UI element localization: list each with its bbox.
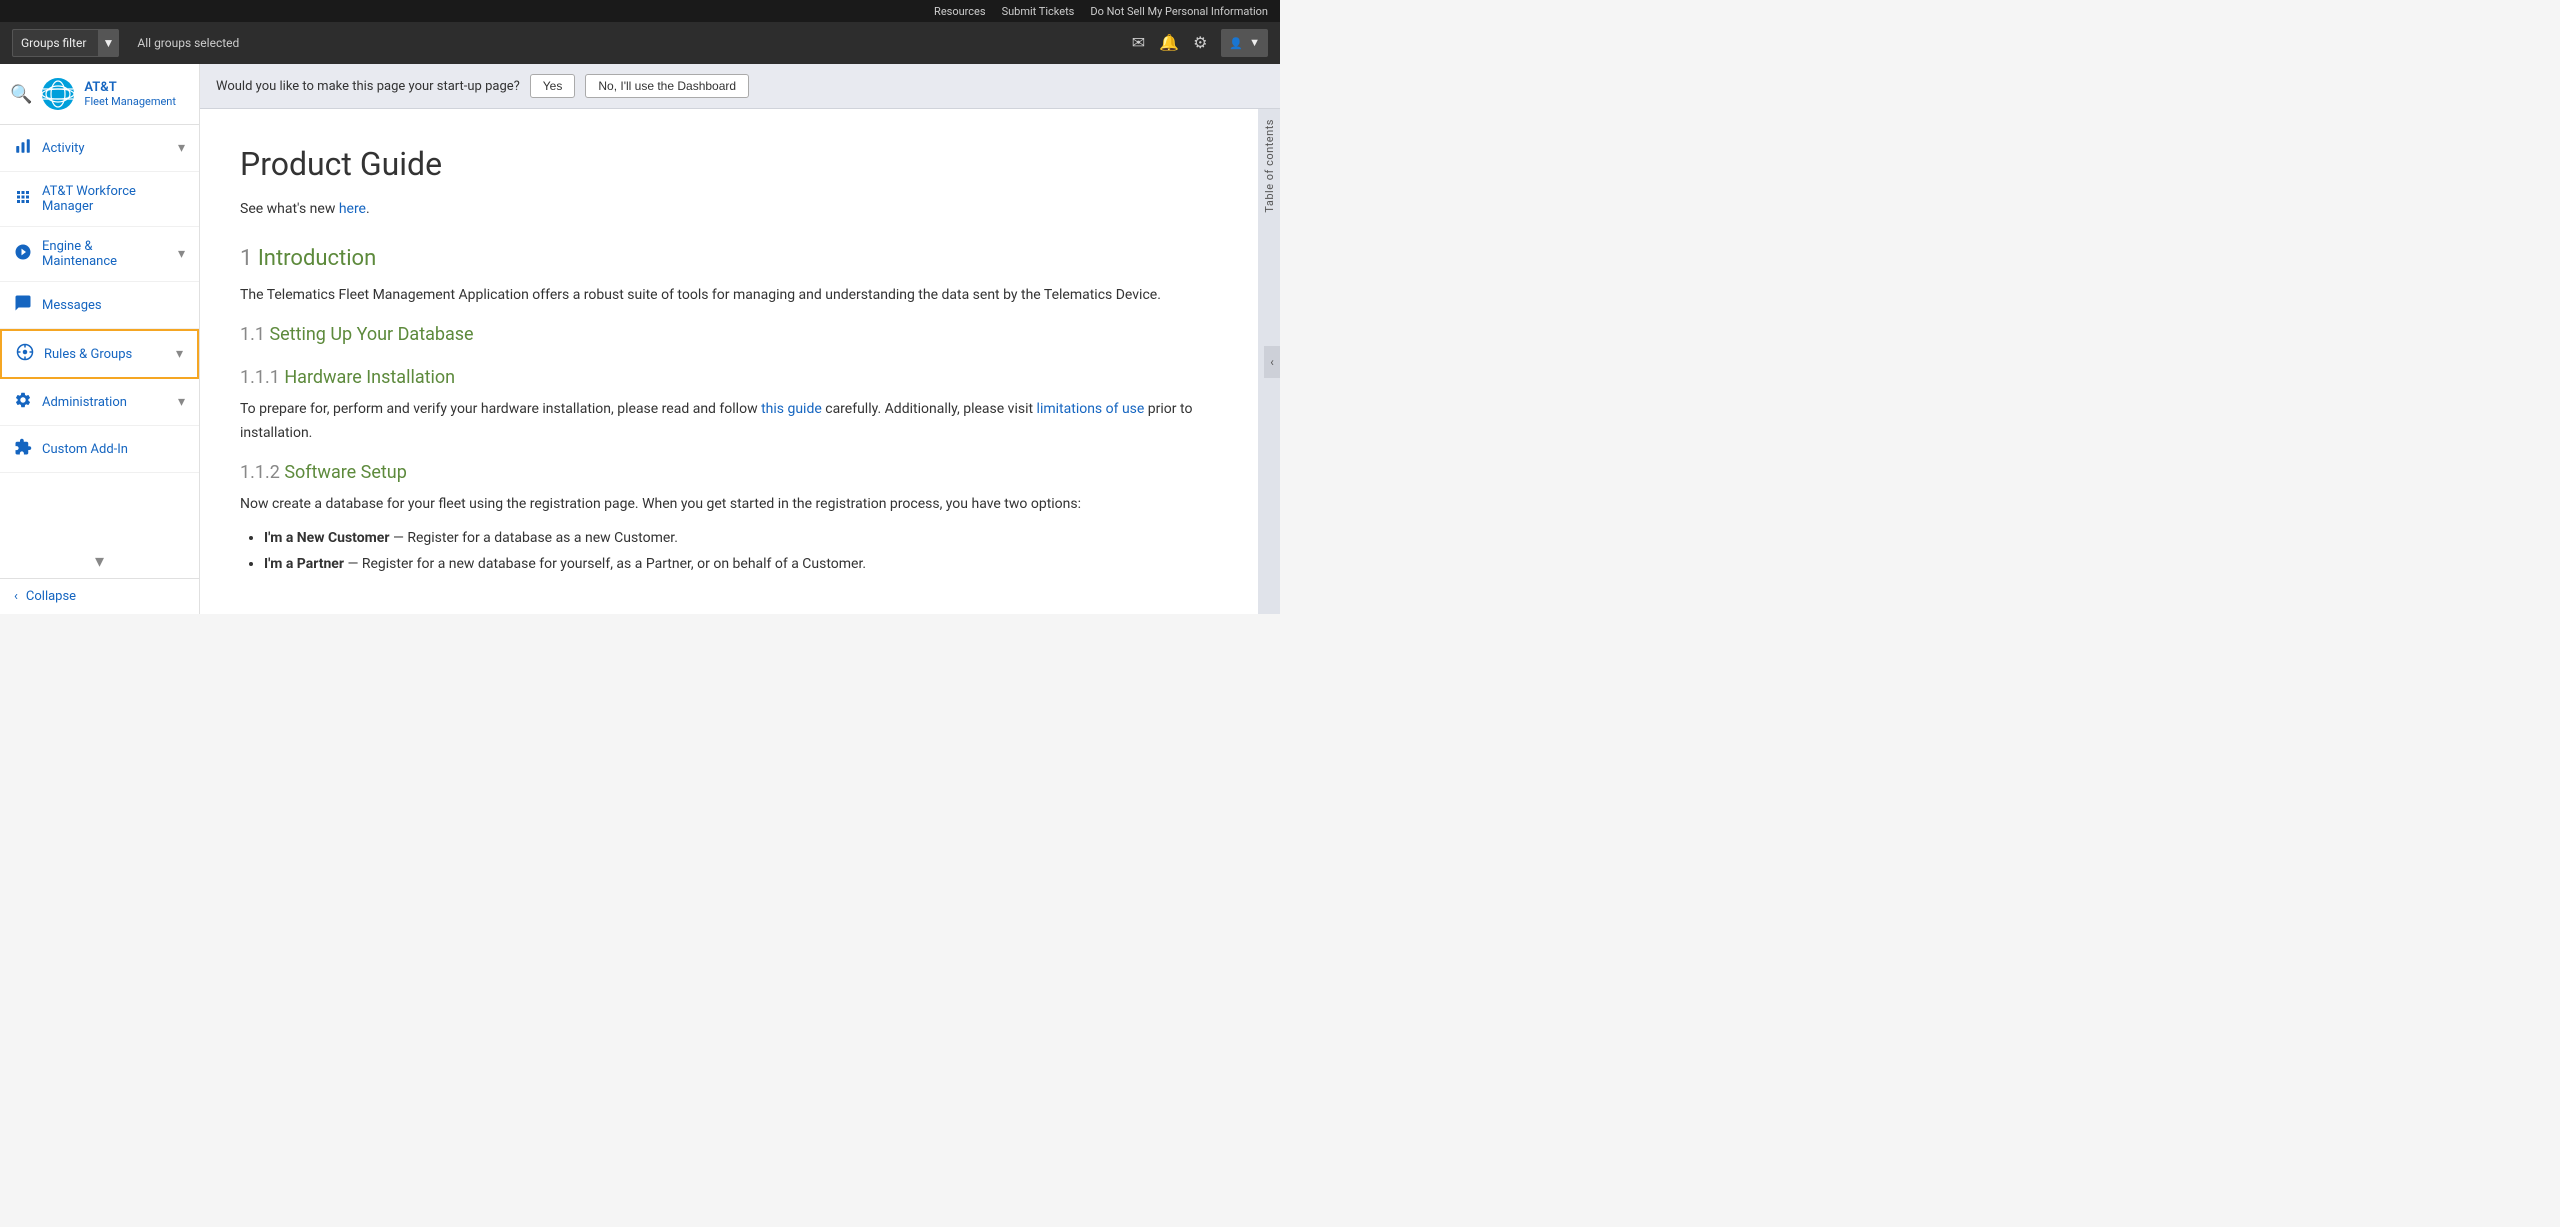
administration-icon xyxy=(14,391,32,413)
att-logo xyxy=(40,76,76,112)
rules-groups-icon xyxy=(16,343,34,365)
sidebar-item-administration[interactable]: Administration ▾ xyxy=(0,379,199,426)
doc-content[interactable]: Product Guide See what's new here. 1 Int… xyxy=(200,109,1258,614)
here-link[interactable]: here xyxy=(339,201,366,217)
toc-collapse-arrow[interactable]: ‹ xyxy=(1264,346,1280,378)
workforce-icon xyxy=(14,188,32,210)
company-info: AT&T Fleet Management xyxy=(84,80,176,108)
chevron-down-icon: ▼ xyxy=(1249,37,1260,49)
activity-label: Activity xyxy=(42,141,168,156)
list-item-partner: I'm a Partner — Register for a new datab… xyxy=(264,553,1218,575)
section-1-1-1-num: 1.1.1 xyxy=(240,367,284,388)
sidebar: 🔍 AT&T Fleet Management Activity xyxy=(0,64,200,614)
limitations-link[interactable]: limitations of use xyxy=(1037,401,1145,417)
section-1-1-num: 1.1 xyxy=(240,324,269,345)
engine-chevron: ▾ xyxy=(178,246,185,262)
sidebar-item-messages[interactable]: Messages xyxy=(0,282,199,329)
content-area: Would you like to make this page your st… xyxy=(200,64,1280,614)
all-groups-text: All groups selected xyxy=(137,36,239,50)
sidebar-item-custom-addon[interactable]: Custom Add-In xyxy=(0,426,199,473)
section-1-num: 1 xyxy=(240,246,258,271)
notifications-icon-button[interactable]: 🔔 xyxy=(1159,33,1179,53)
sidebar-item-workforce[interactable]: AT&T Workforce Manager xyxy=(0,172,199,227)
groups-filter-chevron[interactable]: ▼ xyxy=(98,29,118,57)
custom-addon-icon xyxy=(14,438,32,460)
yes-button[interactable]: Yes xyxy=(530,74,576,98)
administration-chevron: ▾ xyxy=(178,394,185,410)
groups-filter-label: Groups filter xyxy=(21,36,86,50)
sidebar-header: 🔍 AT&T Fleet Management xyxy=(0,64,199,125)
section-1-1: 1.1 Setting Up Your Database xyxy=(240,321,1218,350)
section-1-1-2-num: 1.1.2 xyxy=(240,462,284,483)
use-dashboard-button[interactable]: No, I'll use the Dashboard xyxy=(585,74,749,98)
engine-icon xyxy=(14,243,32,265)
this-guide-link[interactable]: this guide xyxy=(761,401,822,417)
email-icon-button[interactable]: ✉ xyxy=(1132,33,1145,53)
section-1-1-1-body: To prepare for, perform and verify your … xyxy=(240,398,1218,444)
user-menu-button[interactable]: 👤 ▼ xyxy=(1221,29,1268,57)
doc-subtitle: See what's new here. xyxy=(240,198,1218,220)
section-1-body: The Telematics Fleet Management Applicat… xyxy=(240,284,1218,307)
engine-label: Engine & Maintenance xyxy=(42,239,168,269)
submit-tickets-link[interactable]: Submit Tickets xyxy=(1002,5,1075,18)
sidebar-item-rules-groups[interactable]: Rules & Groups ▾ xyxy=(0,329,199,379)
scroll-down-button[interactable]: ▾ xyxy=(0,545,199,578)
activity-chevron: ▾ xyxy=(178,140,185,156)
top-nav: Resources Submit Tickets Do Not Sell My … xyxy=(0,0,1280,22)
main-layout: 🔍 AT&T Fleet Management Activity xyxy=(0,64,1280,614)
collapse-button[interactable]: ‹ Collapse xyxy=(0,578,199,614)
sidebar-items: Activity ▾ AT&T Workforce Manager Engine… xyxy=(0,125,199,545)
doc-wrapper: Product Guide See what's new here. 1 Int… xyxy=(200,109,1280,614)
search-icon[interactable]: 🔍 xyxy=(10,84,32,105)
section-1-1-title: Setting Up Your Database xyxy=(269,324,473,345)
groups-filter-button[interactable]: Groups filter ▼ xyxy=(12,29,119,57)
custom-addon-label: Custom Add-In xyxy=(42,442,185,457)
startup-bar: Would you like to make this page your st… xyxy=(200,64,1280,109)
software-setup-list: I'm a New Customer — Register for a data… xyxy=(264,527,1218,576)
resources-link[interactable]: Resources xyxy=(934,5,986,18)
rules-groups-chevron: ▾ xyxy=(176,346,183,362)
administration-label: Administration xyxy=(42,395,168,410)
second-bar-right: ✉ 🔔 ⚙ 👤 ▼ xyxy=(1132,29,1268,57)
activity-icon xyxy=(14,137,32,159)
messages-icon xyxy=(14,294,32,316)
rules-groups-label: Rules & Groups xyxy=(44,347,166,362)
messages-label: Messages xyxy=(42,298,185,313)
doc-title: Product Guide xyxy=(240,139,1218,190)
section-1-1-2-body: Now create a database for your fleet usi… xyxy=(240,493,1218,516)
collapse-label: Collapse xyxy=(26,589,76,604)
settings-icon-button[interactable]: ⚙ xyxy=(1193,33,1207,53)
toc-panel[interactable]: Table of contents ‹ xyxy=(1258,109,1280,614)
section-1-1-1: 1.1.1 Hardware Installation xyxy=(240,364,1218,393)
collapse-left-icon: ‹ xyxy=(14,589,18,604)
user-avatar-icon: 👤 xyxy=(1229,37,1243,50)
toc-label[interactable]: Table of contents xyxy=(1263,119,1276,213)
sidebar-item-engine[interactable]: Engine & Maintenance ▾ xyxy=(0,227,199,282)
section-1-1-1-title: Hardware Installation xyxy=(284,367,455,388)
second-bar: Groups filter ▼ All groups selected ✉ 🔔 … xyxy=(0,22,1280,64)
section-1-title: Introduction xyxy=(258,246,376,271)
sidebar-item-activity[interactable]: Activity ▾ xyxy=(0,125,199,172)
do-not-sell-link[interactable]: Do Not Sell My Personal Information xyxy=(1090,5,1268,18)
startup-question: Would you like to make this page your st… xyxy=(216,79,520,94)
section-1-1-2-title: Software Setup xyxy=(284,462,407,483)
company-sub: Fleet Management xyxy=(84,95,176,108)
company-name: AT&T xyxy=(84,80,176,95)
workforce-label: AT&T Workforce Manager xyxy=(42,184,185,214)
section-1: 1 Introduction xyxy=(240,241,1218,276)
list-item-new-customer: I'm a New Customer — Register for a data… xyxy=(264,527,1218,549)
section-1-1-2: 1.1.2 Software Setup xyxy=(240,459,1218,488)
subtitle-text: See what's new xyxy=(240,201,339,217)
